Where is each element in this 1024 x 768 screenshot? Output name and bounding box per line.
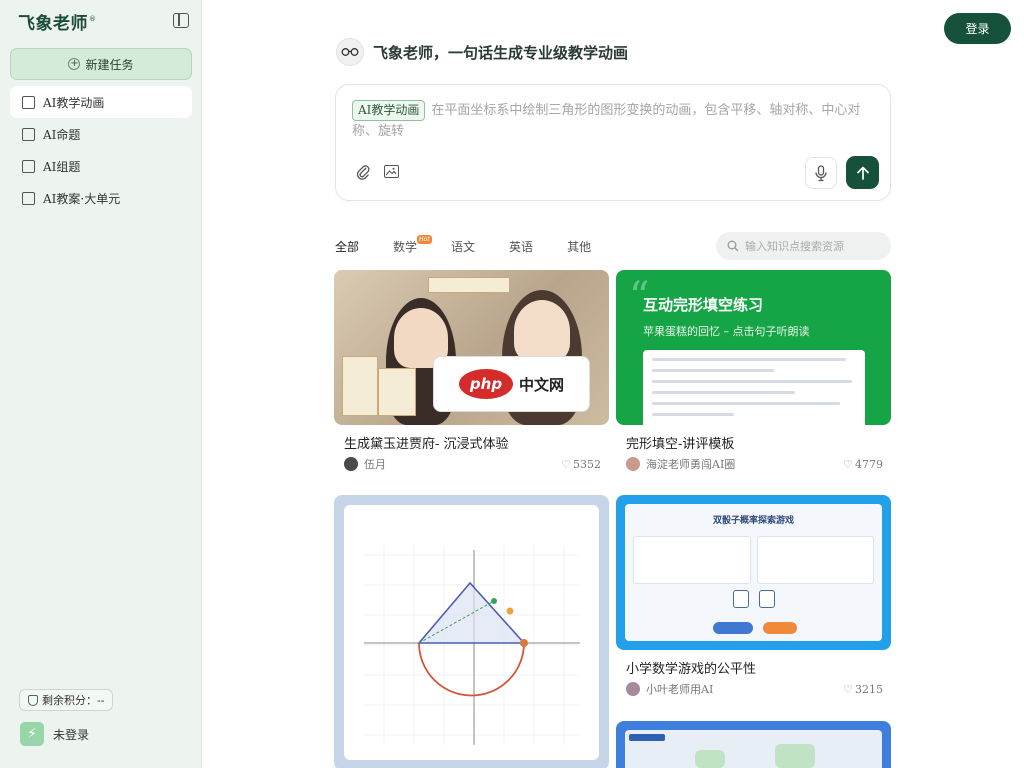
card-thumbnail (334, 495, 609, 768)
heart-icon: ♡ (843, 682, 853, 696)
document-icon (22, 127, 35, 141)
sidebar-item-ai-lesson-plan[interactable]: AI教案·大单元 (10, 182, 192, 214)
card-meta: 小叶老师用AI ♡ 3215 (626, 681, 883, 697)
tab-chinese[interactable]: 语文 (451, 238, 475, 255)
app-logo[interactable]: 飞象老师® (18, 9, 97, 34)
sidebar-toggle-icon[interactable] (173, 13, 189, 28)
card-thumbnail (616, 721, 891, 768)
card-thumbnail: “ 互动完形填空练习 苹果蛋糕的回忆 – 点击句子听朗读 (616, 270, 891, 425)
resource-search[interactable] (716, 232, 891, 260)
resource-card[interactable]: php 中文网 生成黛玉进贾府- 沉浸式体验 伍月 ♡ 5352 (334, 270, 609, 471)
game-preview: 双骰子概率探索游戏 (625, 504, 882, 641)
sidebar-item-label: AI教案·大单元 (43, 191, 121, 206)
prompt-placeholder: 在平面坐标系中绘制三角形的图形变换的动画，包含平移、轴对称、中心对称、旋转 (352, 103, 861, 139)
avatar (626, 682, 640, 696)
lesson-plan-icon (22, 191, 35, 205)
sidebar-nav: AI教学动画 AI命题 AI组题 AI教案·大单元 (10, 86, 192, 214)
watermark-logo: php 中文网 (433, 356, 590, 412)
geometry-preview (344, 505, 599, 760)
user-status: 未登录 (53, 727, 90, 742)
like-count[interactable]: ♡ 3215 (843, 683, 883, 696)
hot-badge: Hot (417, 234, 432, 244)
brand-header: 飞象老师，一句话生成专业级教学动画 (336, 38, 628, 66)
card-meta: 海淀老师勇闯AI圈 ♡ 4779 (626, 456, 883, 472)
attachment-icon[interactable] (356, 164, 370, 180)
new-task-label: 新建任务 (85, 57, 134, 72)
microphone-button[interactable] (805, 157, 837, 189)
settings-panel (633, 536, 751, 584)
sidebar-item-label: AI教学动画 (43, 95, 105, 110)
arrow-up-icon (856, 166, 869, 180)
dice-icon (733, 590, 749, 608)
reset-button (763, 622, 797, 634)
thumbnail-title: 互动完形填空练习 (643, 296, 764, 314)
card-author[interactable]: 海淀老师勇闯AI圈 (626, 456, 735, 472)
worksheet-preview (643, 350, 865, 425)
card-thumbnail: 双骰子概率探索游戏 (616, 495, 891, 650)
tab-all[interactable]: 全部 (335, 238, 359, 255)
sidebar-item-ai-animation[interactable]: AI教学动画 (10, 86, 192, 118)
start-game-button (713, 622, 753, 634)
avatar (344, 457, 358, 471)
credits-badge[interactable]: 剩余积分：-- (19, 689, 114, 711)
resource-card[interactable]: “ 互动完形填空练习 苹果蛋糕的回忆 – 点击句子听朗读 完形填空-讲评模板 海… (616, 270, 891, 471)
heart-icon: ♡ (843, 457, 853, 471)
card-author[interactable]: 小叶老师用AI (626, 681, 713, 697)
search-input[interactable] (745, 239, 885, 253)
sidebar-item-ai-question[interactable]: AI命题 (10, 118, 192, 150)
character-card (342, 356, 378, 416)
card-title: 小学数学游戏的公平性 (626, 662, 757, 677)
thumbnail-subtitle: 苹果蛋糕的回忆 – 点击句子听朗读 (643, 325, 810, 338)
like-count[interactable]: ♡ 4779 (843, 458, 883, 471)
sidebar-item-label: AI命题 (43, 127, 81, 142)
card-title: 生成黛玉进贾府- 沉浸式体验 (344, 437, 509, 452)
illustration-face (514, 300, 570, 362)
image-upload-icon[interactable] (384, 165, 399, 178)
avatar (626, 457, 640, 471)
sidebar: 飞象老师® + 新建任务 AI教学动画 AI命题 AI组题 AI教案·大单元 剩… (0, 0, 202, 768)
user-login-entry[interactable]: ⚡ 未登录 (20, 722, 89, 746)
plus-icon: + (68, 58, 81, 70)
card-meta: 伍月 ♡ 5352 (344, 456, 601, 472)
map-preview (625, 730, 882, 768)
like-count[interactable]: ♡ 5352 (561, 458, 601, 471)
credits-label: 剩余积分：-- (42, 694, 105, 707)
microphone-icon (815, 164, 827, 181)
heart-icon: ♡ (561, 457, 571, 471)
prompt-input[interactable]: AI教学动画 在平面坐标系中绘制三角形的图形变换的动画，包含平移、轴对称、中心对称… (352, 100, 872, 142)
avatar: ⚡ (20, 722, 44, 746)
category-tabs: 全部 数学 Hot 语文 英语 其他 (335, 232, 625, 260)
tab-math[interactable]: 数学 Hot (393, 234, 432, 255)
login-button[interactable]: 登录 (944, 13, 1011, 44)
resource-card[interactable]: 双骰子概率探索游戏 小学数学游戏的公平性 小叶老师用AI ♡ 3215 (616, 495, 891, 696)
shield-icon (28, 694, 38, 706)
scroll-banner (428, 277, 510, 293)
glasses-icon (336, 38, 364, 66)
prompt-mode-tag[interactable]: AI教学动画 (352, 100, 426, 121)
send-button[interactable] (846, 156, 879, 189)
search-icon (727, 240, 739, 252)
text-panel (378, 368, 416, 416)
new-task-button[interactable]: + 新建任务 (10, 48, 192, 80)
animation-icon (22, 95, 35, 109)
tab-label: 数学 (393, 239, 418, 254)
prompt-box[interactable]: AI教学动画 在平面坐标系中绘制三角形的图形变换的动画，包含平移、轴对称、中心对称… (335, 84, 891, 201)
page-title: 飞象老师，一句话生成专业级教学动画 (373, 43, 629, 62)
dice-icon (759, 590, 775, 608)
tab-english[interactable]: 英语 (509, 238, 533, 255)
probability-panel (757, 536, 874, 584)
card-thumbnail: php 中文网 (334, 270, 609, 425)
thumbnail-title: 双骰子概率探索游戏 (712, 516, 794, 526)
resource-card[interactable] (334, 495, 609, 768)
sidebar-item-ai-compose[interactable]: AI组题 (10, 150, 192, 182)
tab-other[interactable]: 其他 (567, 238, 591, 255)
card-title: 完形填空-讲评模板 (626, 437, 735, 452)
resource-card[interactable] (616, 721, 891, 768)
sidebar-item-label: AI组题 (43, 159, 81, 174)
card-author[interactable]: 伍月 (344, 456, 386, 472)
compose-icon (22, 159, 35, 173)
